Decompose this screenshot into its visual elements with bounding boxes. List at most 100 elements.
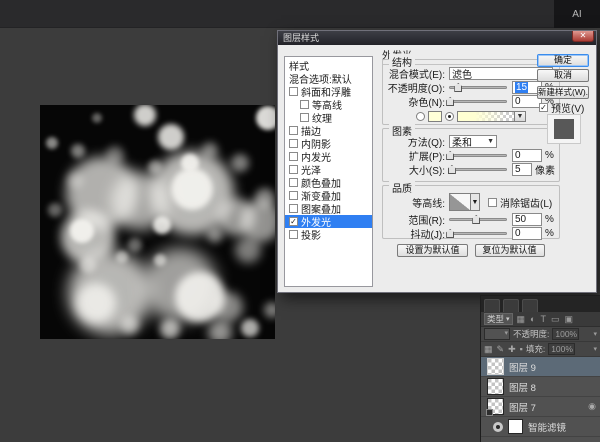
style-checkbox[interactable] [289,139,298,148]
glow-color-swatch[interactable] [428,111,442,122]
fill-label: 填充: [526,343,545,355]
jitter-slider-thumb[interactable] [446,229,454,238]
style-checkbox[interactable] [289,87,298,96]
layer-row[interactable]: 图层 7 ◉ [481,397,600,417]
layer-name[interactable]: 图层 7 [509,400,536,414]
filter-type-icon[interactable]: T [540,313,546,325]
gradient-picker-arrow[interactable]: ▼ [515,111,526,122]
layer-opacity-value[interactable]: 100% [552,328,579,340]
chevron-down-icon[interactable]: ▾ [593,345,597,353]
layer-thumbnail[interactable] [487,358,504,375]
reset-default-button[interactable]: 复位为默认值 [475,244,545,257]
glow-gradient-radio[interactable] [445,112,454,121]
layer-row[interactable]: 图层 9 [481,357,600,377]
layer-thumbnail-wrap[interactable] [487,378,504,395]
style-list-item[interactable]: 内发光 [285,150,372,163]
range-label: 范围(R): [383,212,445,227]
layer-thumbnail[interactable] [508,419,523,434]
lock-icon[interactable]: ▪ [520,344,523,355]
close-button[interactable]: ✕ [572,31,594,42]
size-input[interactable]: 5 [512,163,532,176]
lock-icon[interactable]: ✚ [508,344,516,355]
range-slider[interactable] [449,215,507,224]
style-checkbox[interactable] [289,204,298,213]
panel-tab-icon[interactable] [484,299,500,312]
bokeh-circle [231,154,249,172]
style-list-item[interactable]: 投影 [285,228,372,241]
style-checkbox[interactable] [300,113,309,122]
style-checkbox[interactable] [289,230,298,239]
cancel-button[interactable]: 取消 [537,69,589,82]
bokeh-circle [256,106,275,130]
style-checkbox[interactable] [289,126,298,135]
opacity-slider[interactable] [449,83,507,92]
layer-thumbnail[interactable] [487,378,504,395]
dialog-actions: 确定 取消 新建样式(W)... ✓ 预览(V) [537,45,591,292]
panel-tab-icon[interactable] [522,299,538,312]
style-checkbox[interactable] [289,191,298,200]
preview-swatch-box [547,114,581,144]
noise-slider[interactable] [449,97,507,106]
new-style-button[interactable]: 新建样式(W)... [537,86,589,99]
panel-tab-strip [481,296,600,312]
style-checkbox[interactable] [289,165,298,174]
make-default-button[interactable]: 设置为默认值 [397,244,467,257]
smart-object-badge-icon [486,409,493,416]
glow-gradient-bar[interactable] [457,111,515,122]
spread-slider[interactable] [449,151,507,160]
ok-button[interactable]: 确定 [537,54,589,67]
layer-name[interactable]: 图层 8 [509,380,536,394]
layer-thumbnail-wrap[interactable] [487,358,504,375]
style-checkbox[interactable] [300,100,309,109]
filter-type-icon[interactable]: ▦ [517,313,526,325]
size-slider[interactable] [449,165,507,174]
bokeh-circle [235,237,261,263]
layer-name[interactable]: 图层 9 [509,360,536,374]
style-list-item[interactable]: 纹理 [285,111,372,124]
style-checkbox[interactable]: ✓ [289,217,298,226]
panel-tab-icon[interactable] [503,299,519,312]
filter-type-icon[interactable]: ▭ [551,313,560,325]
dialog-body: 样式 混合选项:默认 斜面和浮雕等高线纹理描边内阴影内发光光泽颜色叠加渐变叠加图… [278,45,596,292]
visibility-eye-icon[interactable] [493,422,503,432]
jitter-slider[interactable] [449,229,507,238]
bokeh-circle [121,316,139,334]
lock-icon[interactable]: ✎ [497,344,505,355]
layer-thumbnail-wrap[interactable] [508,419,523,434]
size-slider-thumb[interactable] [448,165,456,174]
quality-group-title: 品质 [389,180,415,195]
layer-opacity-label: 不透明度: [513,328,549,340]
preview-checkbox[interactable]: ✓ [539,103,548,112]
style-checkbox[interactable] [289,178,298,187]
layer-blend-dropdown[interactable] [484,328,510,340]
smart-filter-indicator-icon[interactable]: ◉ [588,401,596,412]
style-label: 投影 [301,227,321,242]
glow-color-radio[interactable] [416,112,425,121]
opacity-slider-thumb[interactable] [454,83,462,92]
chevron-down-icon[interactable]: ▾ [593,330,597,338]
app-tab[interactable]: AI [554,0,600,28]
layer-name[interactable]: 智能滤镜 [528,420,566,434]
spread-slider-thumb[interactable] [446,151,454,160]
filter-type-icon[interactable]: ▣ [565,313,574,325]
filter-kind-dropdown[interactable]: 类型 ▾ [484,313,513,325]
bokeh-circle [213,292,243,322]
style-checkbox[interactable] [289,152,298,161]
bokeh-circle [46,137,58,149]
fill-value[interactable]: 100% [548,343,575,355]
range-slider-thumb[interactable] [472,215,480,224]
layer-thumbnail-wrap[interactable] [487,398,504,415]
contour-thumbnail[interactable] [449,193,471,211]
technique-dropdown[interactable]: 柔和 ▼ [449,135,497,148]
lock-icon[interactable]: ▦ [484,344,493,355]
layer-row[interactable]: 智能滤镜 [481,417,600,437]
layer-row[interactable]: 图层 8 [481,377,600,397]
dialog-titlebar[interactable]: 图层样式 ✕ [278,31,596,45]
lock-icons: ▦ ✎✚ ▪ [484,344,523,355]
filter-type-icon[interactable]: ◐ [530,313,535,325]
antialias-checkbox[interactable] [488,198,497,207]
layer-row[interactable]: 高斯模糊 [481,437,600,442]
contour-picker-arrow[interactable]: ▼ [471,193,480,211]
noise-slider-thumb[interactable] [446,97,454,106]
style-list-item[interactable]: ✓外发光 [285,215,372,228]
